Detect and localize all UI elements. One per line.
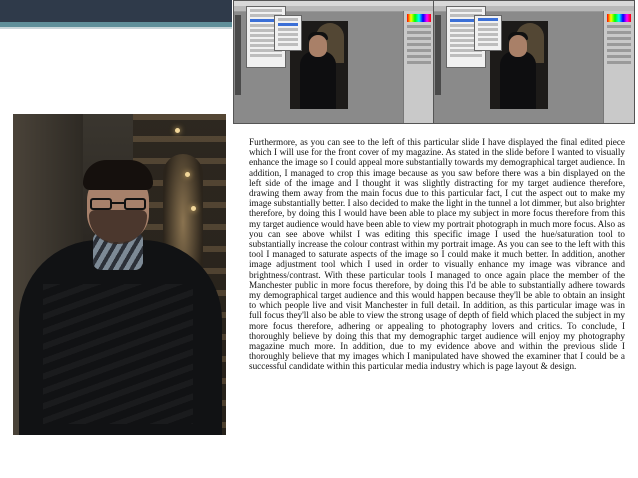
panel-row	[407, 49, 431, 52]
tools-panel	[235, 15, 241, 95]
body-paragraph: Furthermore, as you can see to the left …	[249, 137, 625, 372]
adjustments-submenu	[474, 15, 502, 51]
menu-item	[278, 33, 298, 36]
menu-item	[278, 43, 298, 46]
panel-row	[407, 31, 431, 34]
glasses-icon	[90, 198, 146, 211]
subject-hair	[83, 160, 153, 190]
menu-item	[278, 18, 298, 21]
menu-item	[278, 38, 298, 41]
panel-row	[407, 37, 431, 40]
menu-item	[278, 28, 298, 31]
layers-panel	[403, 11, 434, 123]
subject-body	[500, 51, 536, 109]
panel-row	[607, 31, 631, 34]
menu-item	[478, 38, 498, 41]
lamp-light	[185, 172, 190, 177]
panel-row	[407, 25, 431, 28]
slide-header-rule	[0, 27, 232, 29]
screenshot-brightness-contrast	[433, 0, 635, 124]
panel-row	[607, 25, 631, 28]
menu-item-brightness-contrast	[478, 18, 498, 21]
slide-header-bar	[0, 0, 232, 22]
screenshot-hue-saturation	[233, 0, 435, 124]
portrait-photo	[13, 114, 226, 435]
menu-item	[478, 43, 498, 46]
subject-face	[509, 35, 527, 57]
subject-face	[309, 35, 327, 57]
panel-row	[607, 43, 631, 46]
panel-row	[607, 61, 631, 64]
menu-item	[478, 33, 498, 36]
tools-panel	[435, 15, 441, 95]
menu-item	[478, 23, 498, 26]
panel-row	[607, 49, 631, 52]
lamp-light	[175, 128, 180, 133]
subject-body	[300, 51, 336, 109]
lamp-light	[191, 206, 196, 211]
panel-row	[607, 37, 631, 40]
panel-row	[407, 61, 431, 64]
menu-item-hue-saturation	[278, 23, 298, 26]
color-swatch	[407, 14, 431, 22]
menu-item	[450, 9, 482, 12]
coat-texture	[43, 284, 193, 424]
menu-item	[250, 9, 282, 12]
menu-item	[250, 54, 282, 57]
panel-row	[407, 43, 431, 46]
color-swatch	[607, 14, 631, 22]
layers-panel	[603, 11, 634, 123]
menu-item	[450, 54, 482, 57]
adjustments-submenu	[274, 15, 302, 51]
panel-row	[407, 55, 431, 58]
menu-item	[478, 28, 498, 31]
panel-row	[607, 55, 631, 58]
